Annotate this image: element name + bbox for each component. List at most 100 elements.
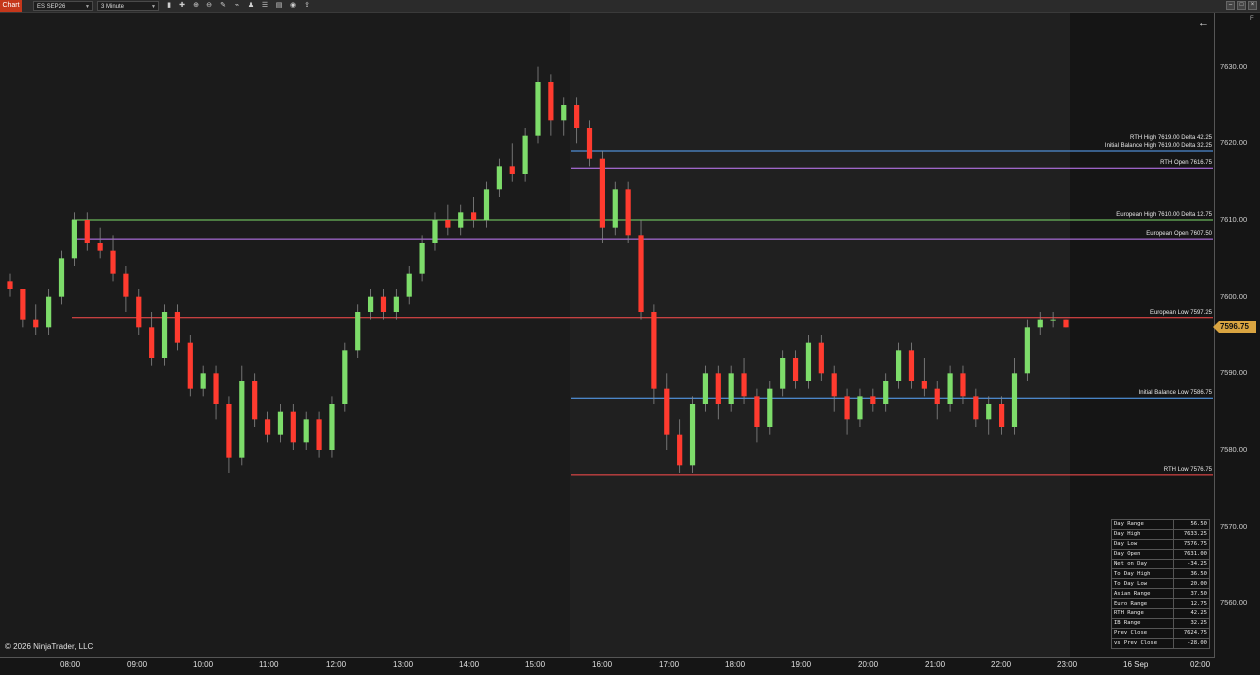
price-tick: 7620.00	[1220, 138, 1248, 148]
previous-session-shading	[0, 13, 570, 657]
candle-down	[831, 373, 837, 397]
candle-down	[625, 189, 631, 236]
candle-up	[200, 373, 206, 389]
price-axis[interactable]	[1214, 13, 1260, 658]
candle-up	[406, 273, 412, 297]
time-tick: 18:00	[725, 660, 746, 669]
instrument-label: ES SEP26	[37, 4, 66, 10]
stats-value: 32.25	[1172, 617, 1211, 629]
close-icon[interactable]: ×	[1248, 1, 1257, 10]
crosshair-icon[interactable]: ✚	[177, 1, 187, 11]
zoom-out-icon[interactable]: ⊖	[204, 1, 214, 11]
bars-icon[interactable]: ▮	[164, 1, 174, 11]
candle-down	[149, 327, 155, 358]
level-label: RTH High 7619.00 Delta 42.25	[1130, 135, 1212, 141]
candle-up	[46, 296, 52, 328]
candle-up	[393, 296, 399, 312]
toolbar: Chart ES SEP26 ▼ 3 Minute ▼ ▮ ✚ ⊕ ⊖ ✎ ⌁ …	[0, 0, 1260, 13]
candle-up	[432, 220, 438, 243]
candle-down	[960, 373, 966, 397]
stats-label: Day High	[1111, 528, 1174, 540]
candle-down	[213, 373, 219, 404]
candle-up	[857, 396, 863, 420]
candle-down	[290, 411, 296, 443]
zoom-in-icon[interactable]: ⊕	[191, 1, 201, 11]
candle-up	[1024, 327, 1030, 374]
f-marker: F	[1250, 16, 1254, 22]
last-price-badge: 7596.75	[1213, 321, 1256, 333]
candle-down	[1063, 319, 1069, 328]
candle-up	[71, 220, 77, 259]
candle-down	[818, 342, 824, 374]
price-tick: 7570.00	[1220, 521, 1248, 531]
candle-down	[509, 166, 515, 174]
price-tick: 7600.00	[1220, 291, 1248, 301]
candle-up	[780, 358, 786, 389]
instrument-selector[interactable]: ES SEP26 ▼	[33, 1, 93, 11]
stats-row: vs Prev Close -28.00	[1111, 637, 1211, 649]
time-tick: 23:00	[1057, 660, 1078, 669]
candle-up	[728, 373, 734, 404]
candle-up	[419, 243, 425, 274]
draw-icon[interactable]: ✎	[218, 1, 228, 11]
candle-up	[883, 381, 889, 404]
minimize-icon[interactable]: –	[1226, 1, 1235, 10]
stats-label: Day Open	[1111, 548, 1174, 560]
candle-down	[136, 296, 142, 328]
time-tick: 09:00	[127, 660, 148, 669]
candle-down	[84, 220, 90, 243]
candle-down	[715, 373, 721, 404]
back-arrow-icon[interactable]: ←	[1198, 17, 1209, 29]
time-tick: 02:00	[1190, 660, 1211, 669]
candle-up	[458, 212, 464, 228]
chart-tab[interactable]: Chart	[0, 0, 22, 12]
candle-down	[174, 312, 181, 343]
interval-selector[interactable]: 3 Minute ▼	[97, 1, 159, 11]
candle-up	[277, 411, 284, 435]
templates-icon[interactable]: ▤	[274, 1, 284, 11]
candle-up	[496, 166, 502, 190]
candle-down	[638, 235, 644, 312]
candle-down	[548, 82, 554, 121]
candle-down	[380, 296, 387, 312]
candle-up	[303, 419, 309, 443]
candle-down	[973, 396, 979, 420]
candle-up	[161, 312, 168, 358]
stats-row: Day High 7633.25	[1111, 528, 1211, 540]
candle-up	[767, 388, 773, 427]
share-icon[interactable]: ⇪	[302, 1, 312, 11]
screenshot-icon[interactable]: ◉	[288, 1, 298, 11]
time-tick: 11:00	[259, 660, 279, 669]
stats-label: To Day High	[1111, 568, 1174, 580]
stats-row: RTH Range 42.25	[1111, 608, 1211, 619]
stats-value: 7631.00	[1172, 548, 1211, 560]
stats-value: 42.25	[1172, 608, 1211, 619]
chevron-down-icon: ▼	[151, 4, 156, 10]
interval-label: 3 Minute	[101, 4, 125, 10]
stats-value: -34.25	[1172, 558, 1211, 570]
strategies-icon[interactable]: ♟	[246, 1, 256, 11]
properties-icon[interactable]: ☰	[260, 1, 270, 11]
candle-up	[702, 373, 709, 404]
time-tick: 16:00	[592, 660, 613, 669]
maximize-icon[interactable]: □	[1237, 1, 1246, 10]
session-stats-table: Day Range 56.50 Day High 7633.25 Day Low 7576…	[1111, 519, 1211, 649]
candle-down	[651, 312, 657, 389]
candle-up	[561, 105, 567, 121]
candle-down	[33, 319, 39, 328]
time-tick: 20:00	[858, 660, 879, 669]
stats-label: Asian Range	[1111, 588, 1174, 600]
candle-down	[7, 281, 13, 289]
stats-row: Euro Range 12.75	[1111, 598, 1211, 610]
time-tick: 15:00	[525, 660, 546, 669]
candle-up	[1011, 373, 1018, 427]
chevron-down-icon: ▼	[85, 4, 90, 10]
candle-down	[316, 419, 322, 450]
candle-down	[226, 404, 232, 458]
price-chart[interactable]	[0, 13, 1214, 657]
price-tick: 7560.00	[1220, 598, 1248, 608]
stats-label: To Day Low	[1111, 578, 1174, 590]
indicators-icon[interactable]: ⌁	[232, 1, 242, 11]
stats-value: 7633.25	[1172, 528, 1211, 540]
time-tick: 12:00	[326, 660, 347, 669]
